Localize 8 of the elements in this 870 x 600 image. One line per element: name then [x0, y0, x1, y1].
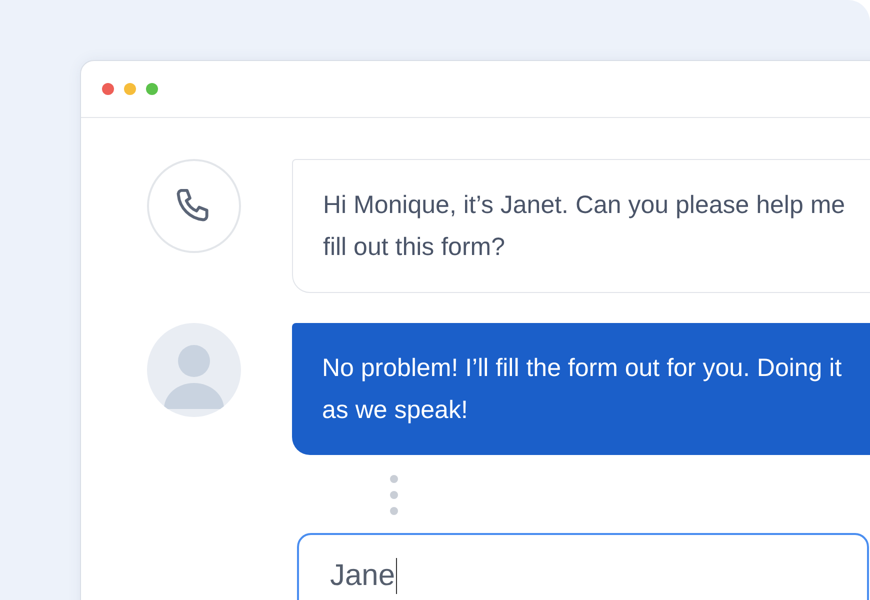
typing-dots-icon — [390, 475, 398, 515]
input-field[interactable]: Jane — [297, 533, 869, 600]
message-text: Hi Monique, it’s Janet. Can you please help me fill out this form? — [323, 190, 846, 263]
message-text: No problem! I’ll fill the form out for you. Doing it as we speak! — [322, 353, 843, 426]
maximize-dot-icon[interactable] — [146, 83, 158, 95]
phone-icon — [147, 159, 241, 253]
close-dot-icon[interactable] — [102, 83, 114, 95]
minimize-dot-icon[interactable] — [124, 83, 136, 95]
